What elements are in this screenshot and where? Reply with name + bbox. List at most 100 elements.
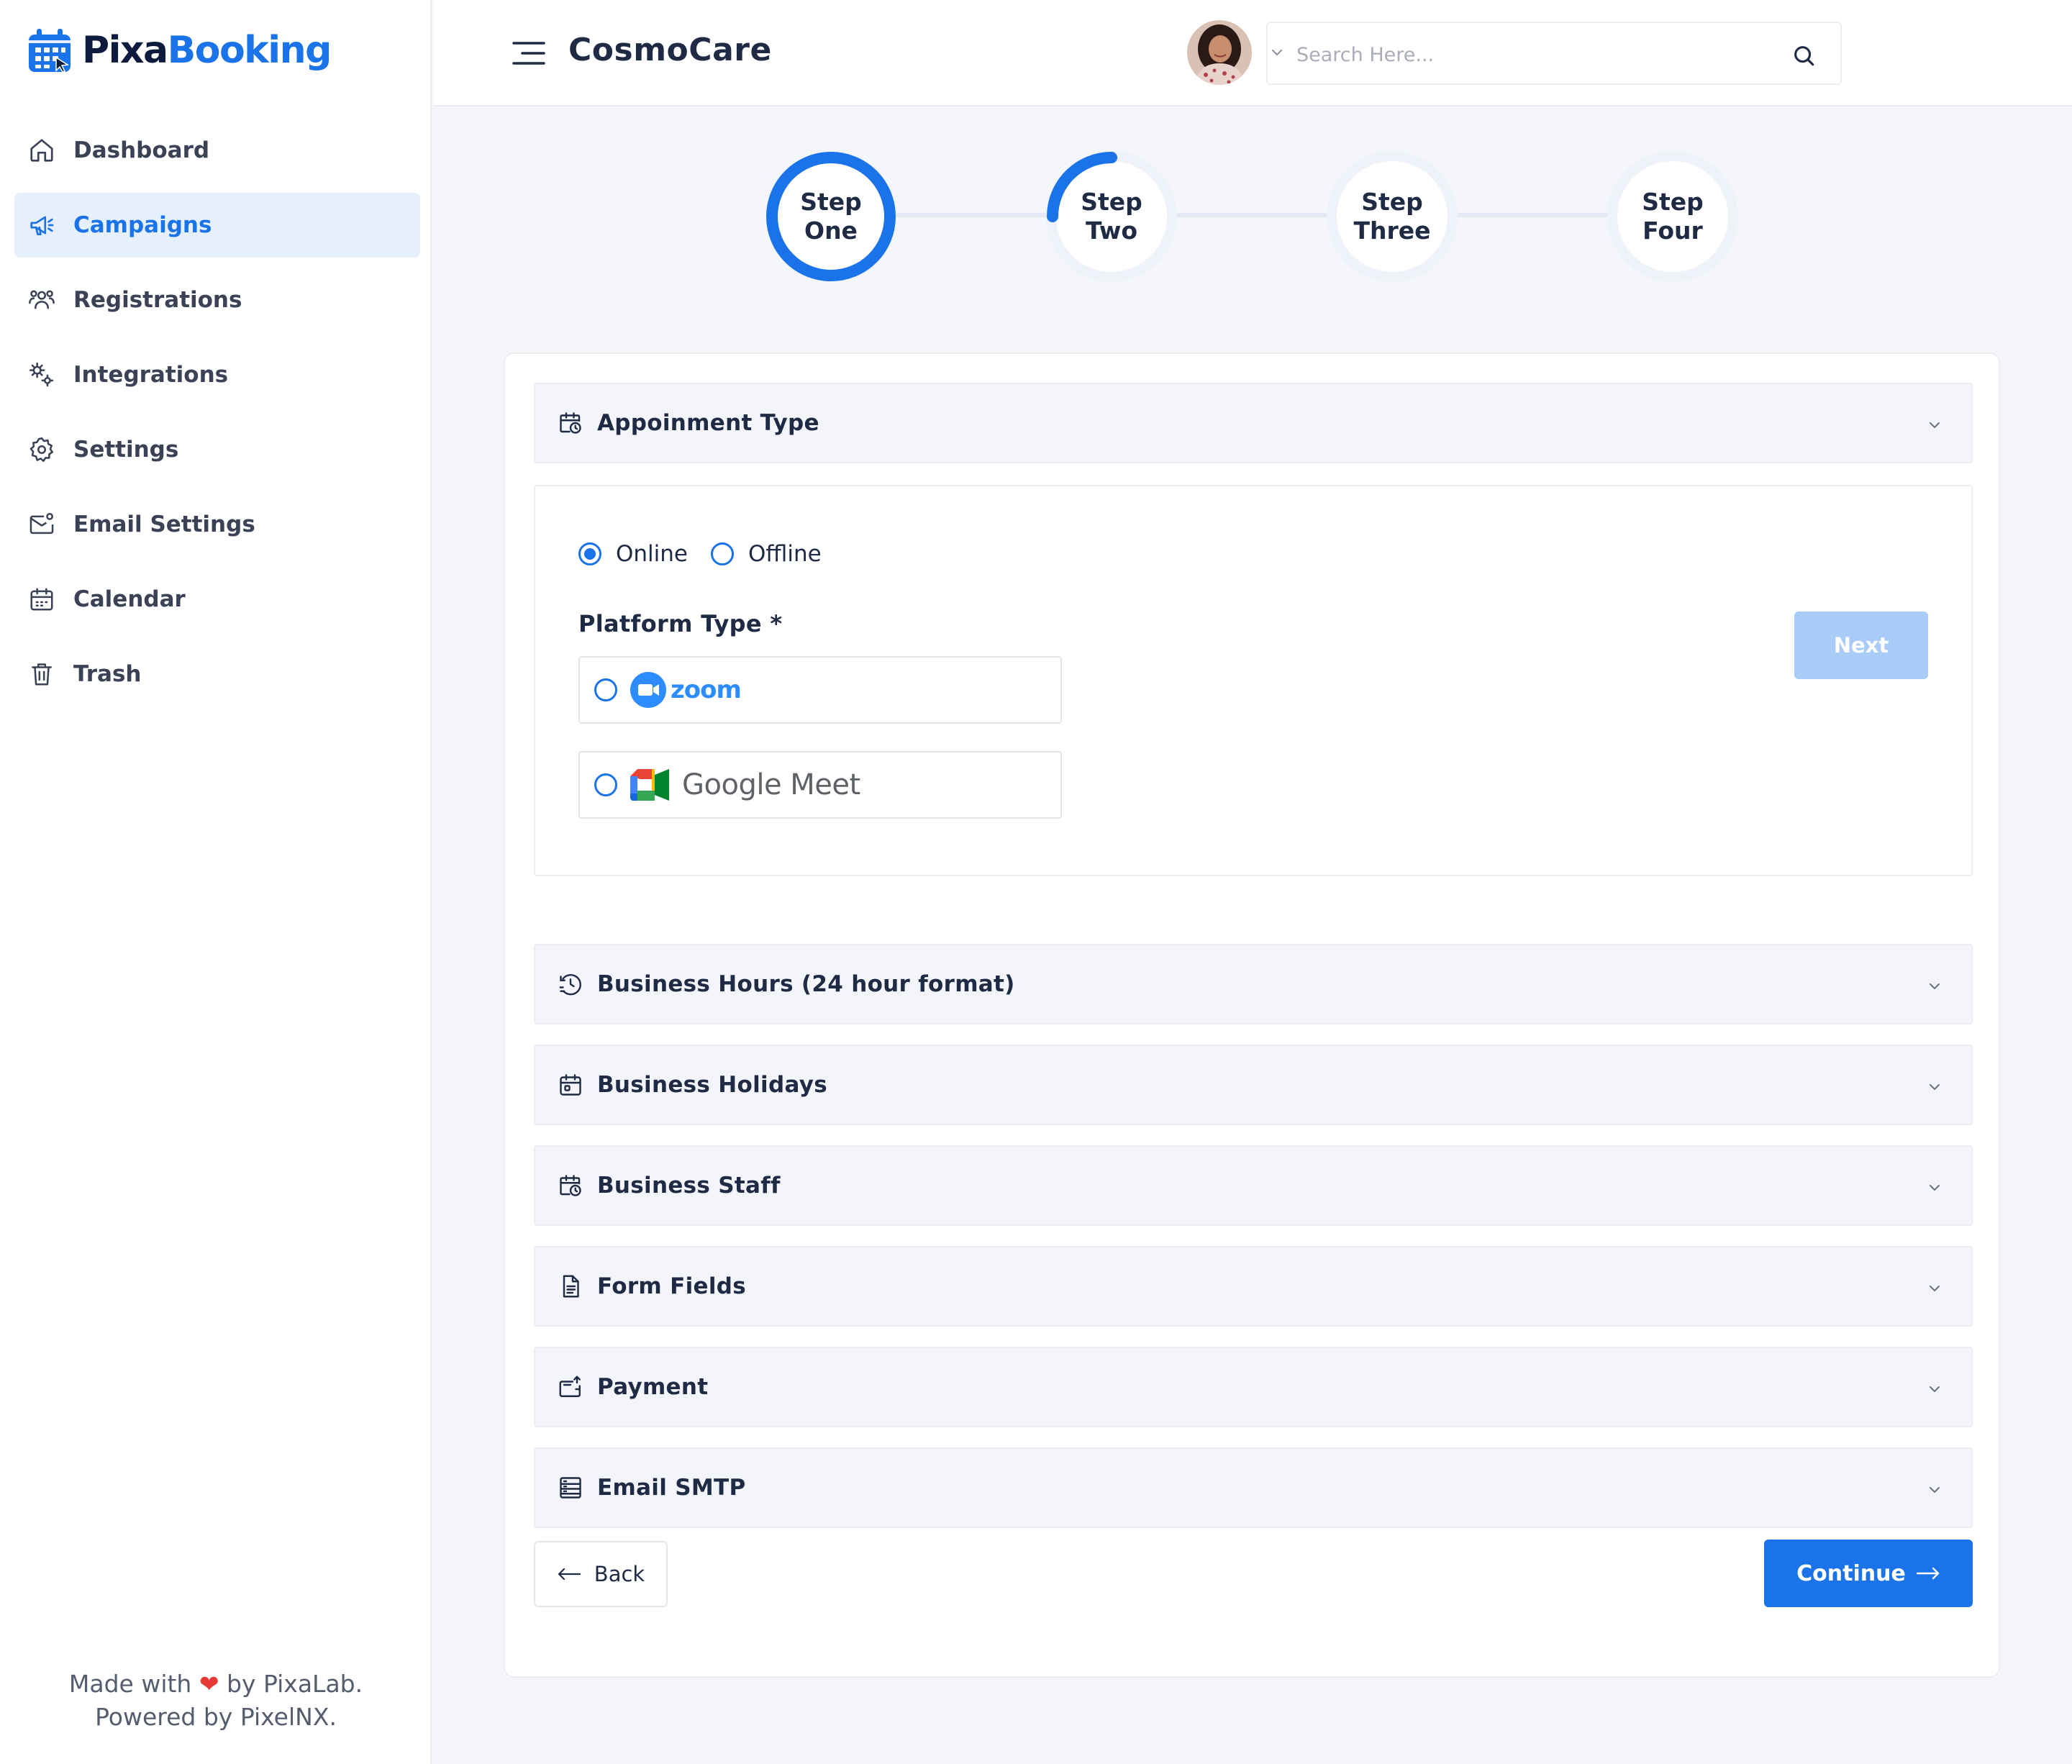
accordion-email-smtp[interactable]: Email SMTP xyxy=(534,1447,1973,1528)
step-label: Step Two xyxy=(1081,188,1142,245)
sidebar-item-label: Campaigns xyxy=(73,212,212,238)
footer-text: by PixaLab. xyxy=(227,1670,363,1698)
top-header: CosmoCare xyxy=(433,0,2072,106)
calendar-icon xyxy=(27,585,56,614)
step-connector xyxy=(896,213,1048,217)
back-button-label: Back xyxy=(594,1562,645,1586)
platform-option-google-meet[interactable]: Google Meet xyxy=(578,751,1062,819)
zoom-logo: zoom xyxy=(630,672,742,708)
accordion-business-holidays[interactable]: Business Holidays xyxy=(534,1045,1973,1125)
step-four[interactable]: Step Four xyxy=(1607,151,1738,282)
home-icon xyxy=(27,136,56,165)
sidebar-footer: Made with ❤ by PixaLab. Powered by Pixel… xyxy=(0,1668,432,1734)
brand-name: PixaBooking xyxy=(82,29,332,72)
sidebar-item-label: Dashboard xyxy=(73,137,210,163)
step-label: Step One xyxy=(800,188,862,245)
chevron-down-icon xyxy=(1930,983,1940,990)
server-icon xyxy=(557,1474,584,1501)
zoom-camera-icon xyxy=(630,672,666,708)
radio-selected-dot xyxy=(584,548,596,560)
calendar-clock-icon xyxy=(557,1172,584,1199)
step-two[interactable]: Step Two xyxy=(1046,151,1177,282)
google-meet-radio[interactable] xyxy=(594,773,617,796)
avatar-image xyxy=(1187,20,1252,85)
sidebar-item-label: Registrations xyxy=(73,287,242,313)
chevron-down-icon[interactable] xyxy=(1269,45,1285,60)
search-input[interactable] xyxy=(1296,39,1786,71)
appointment-type-panel: Online Offline Platform Type * zoom Goog… xyxy=(534,485,1973,876)
wallet-icon xyxy=(557,1373,584,1401)
next-button[interactable]: Next xyxy=(1794,612,1928,679)
accordion-title: Business Staff xyxy=(597,1173,781,1199)
step-label: Step Four xyxy=(1642,188,1704,245)
trash-icon xyxy=(27,660,56,688)
sidebar-item-integrations[interactable]: Integrations xyxy=(14,342,420,407)
accordion-payment[interactable]: Payment xyxy=(534,1347,1973,1427)
step-one[interactable]: Step One xyxy=(765,151,896,282)
continue-button-label: Continue xyxy=(1796,1560,1906,1586)
chevron-down-icon xyxy=(1930,1386,1940,1393)
sidebar-item-campaigns[interactable]: Campaigns xyxy=(14,193,420,258)
gear-icon xyxy=(27,435,56,464)
search-icon[interactable] xyxy=(1791,43,1816,68)
sidebar-item-trash[interactable]: Trash xyxy=(14,642,420,706)
accordion-title: Business Holidays xyxy=(597,1072,827,1098)
sidebar-item-settings[interactable]: Settings xyxy=(14,417,420,482)
sidebar-item-registrations[interactable]: Registrations xyxy=(14,268,420,332)
online-radio[interactable] xyxy=(578,542,601,565)
page-title: CosmoCare xyxy=(568,32,772,68)
chevron-down-icon xyxy=(1930,1185,1940,1191)
megaphone-icon xyxy=(27,211,56,240)
calendar-holiday-icon xyxy=(557,1071,584,1099)
chevron-down-icon xyxy=(1930,1487,1940,1494)
brand-logo[interactable]: PixaBooking xyxy=(27,27,332,73)
step-label: Step Three xyxy=(1353,188,1431,245)
zoom-radio[interactable] xyxy=(594,678,617,701)
radio-label: Offline xyxy=(748,541,822,567)
menu-toggle-icon[interactable] xyxy=(512,40,545,66)
sidebar-item-label: Email Settings xyxy=(73,512,255,537)
accordion-business-staff[interactable]: Business Staff xyxy=(534,1145,1973,1226)
platform-type-label: Platform Type * xyxy=(578,610,783,637)
accordion-form-fields[interactable]: Form Fields xyxy=(534,1246,1973,1327)
google-meet-logo: Google Meet xyxy=(630,768,860,801)
campaign-form-card: Appoinment Type Online Offline Platform … xyxy=(504,353,2000,1678)
step-three[interactable]: Step Three xyxy=(1327,151,1458,282)
accordion-title: Email SMTP xyxy=(597,1475,746,1501)
sidebar-item-label: Settings xyxy=(73,437,179,463)
document-icon xyxy=(557,1273,584,1300)
accordion-business-hours[interactable]: Business Hours (24 hour format) xyxy=(534,944,1973,1024)
accordion-title: Form Fields xyxy=(597,1273,746,1299)
clock-history-icon xyxy=(557,970,584,998)
heart-icon: ❤ xyxy=(199,1670,219,1698)
chevron-down-icon xyxy=(1930,422,1940,429)
accordion-title: Business Hours (24 hour format) xyxy=(597,971,1015,997)
users-icon xyxy=(27,286,56,314)
continue-button[interactable]: Continue xyxy=(1764,1540,1973,1607)
calendar-logo-icon xyxy=(29,29,71,73)
calendar-clock-icon xyxy=(557,409,584,437)
back-button[interactable]: Back xyxy=(534,1541,668,1607)
accordion-appointment-type[interactable]: Appoinment Type xyxy=(534,383,1973,463)
arrow-left-icon xyxy=(558,1568,581,1581)
accordion-title: Payment xyxy=(597,1374,709,1400)
chevron-down-icon xyxy=(1930,1084,1940,1091)
sidebar-item-label: Trash xyxy=(73,661,142,687)
mail-settings-icon xyxy=(27,510,56,539)
platform-option-zoom[interactable]: zoom xyxy=(578,656,1062,724)
search-box xyxy=(1266,22,1842,85)
chevron-down-icon xyxy=(1930,1286,1940,1292)
accordion-title: Appoinment Type xyxy=(597,410,819,436)
step-connector xyxy=(1458,213,1609,217)
mode-radio-group: Online Offline xyxy=(578,541,845,567)
sidebar-item-dashboard[interactable]: Dashboard xyxy=(14,118,420,183)
sidebar-item-email-settings[interactable]: Email Settings xyxy=(14,492,420,557)
offline-radio[interactable] xyxy=(711,542,734,565)
sidebar-item-label: Integrations xyxy=(73,362,229,388)
sidebar-nav: Dashboard Campaigns Registrations Integr… xyxy=(14,118,420,717)
avatar[interactable] xyxy=(1187,20,1252,85)
integrations-icon xyxy=(27,360,56,389)
footer-powered-by: Powered by PixelNX. xyxy=(95,1703,337,1731)
footer-text: Made with xyxy=(68,1670,192,1698)
sidebar-item-calendar[interactable]: Calendar xyxy=(14,567,420,632)
